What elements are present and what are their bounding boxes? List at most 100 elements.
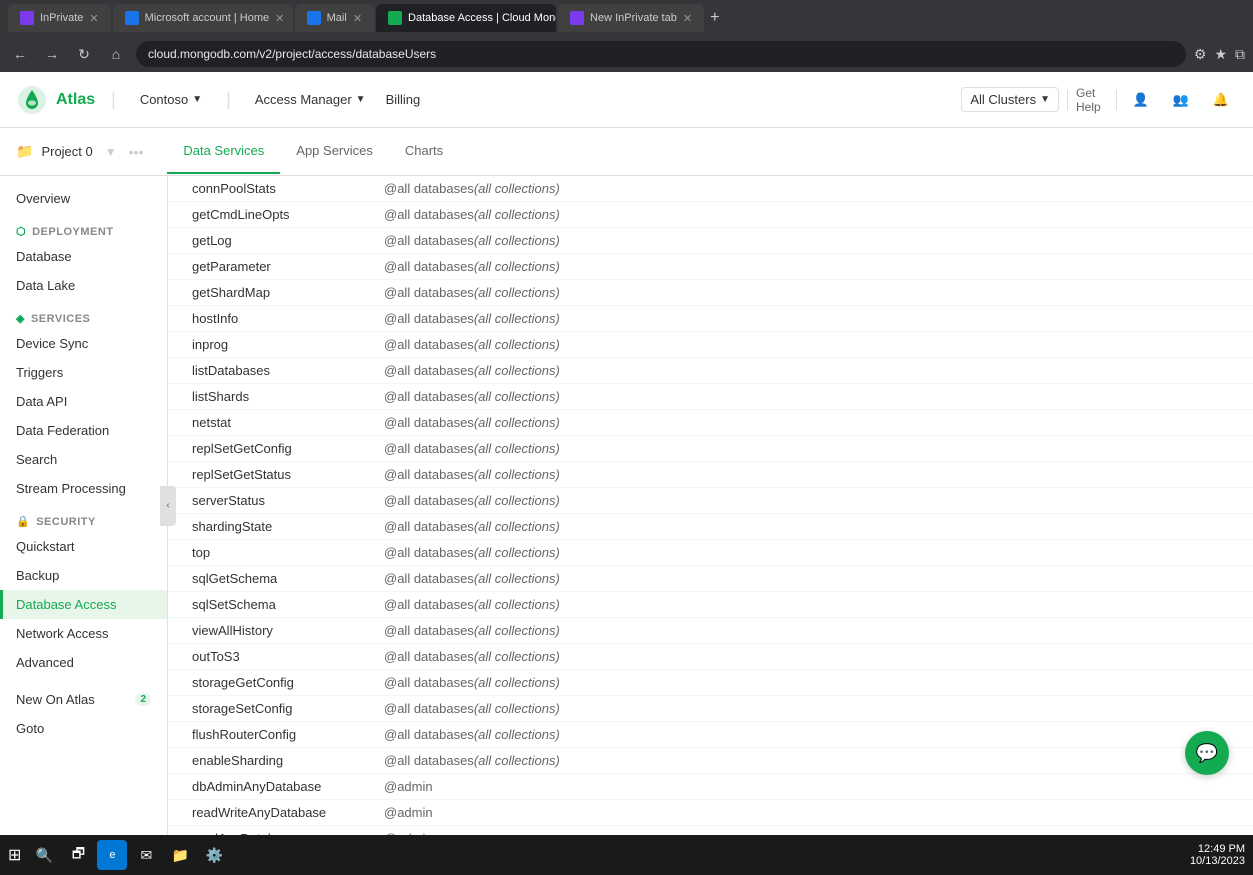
atlas-logo[interactable]: Atlas: [16, 84, 95, 116]
resource-cell: @all databases(all collections): [384, 597, 560, 612]
tab-close-3[interactable]: ✕: [353, 12, 362, 25]
sidebar-item-device-sync[interactable]: Device Sync: [0, 329, 167, 358]
user-icon-btn[interactable]: 👤: [1125, 84, 1157, 116]
new-on-atlas-badge: 2: [135, 693, 151, 706]
resource-cell: @all databases(all collections): [384, 415, 560, 430]
sidebar-item-data-api[interactable]: Data API: [0, 387, 167, 416]
people-icon-btn[interactable]: 👥: [1165, 84, 1197, 116]
sidebar-item-goto[interactable]: Goto: [0, 714, 167, 743]
tab-label-4: Database Access | Cloud Mong...: [408, 12, 556, 24]
action-cell: replSetGetConfig: [192, 441, 292, 456]
sidebar-item-network-access[interactable]: Network Access: [0, 619, 167, 648]
sidebar-item-database[interactable]: Database: [0, 242, 167, 271]
action-cell: sqlGetSchema: [192, 571, 277, 586]
sidebar-item-data-lake[interactable]: Data Lake: [0, 271, 167, 300]
main-content: connPoolStats @all databases(all collect…: [168, 176, 1253, 835]
taskbar-time: 12:49 PM 10/13/2023: [1190, 843, 1245, 867]
tab-data-services[interactable]: Data Services: [167, 129, 280, 174]
sidebar-item-advanced[interactable]: Advanced: [0, 648, 167, 677]
cluster-selector[interactable]: All Clusters ▼: [961, 87, 1059, 112]
taskbar-file-explorer[interactable]: 📁: [165, 840, 195, 870]
resource-cell: @all databases(all collections): [384, 727, 560, 742]
browser-tab-2[interactable]: Microsoft account | Home ✕: [113, 4, 293, 32]
taskbar-task-view[interactable]: 🗗: [63, 840, 93, 870]
get-help-button[interactable]: Get Help: [1076, 84, 1108, 116]
table-row: readWriteAnyDatabase @admin: [168, 800, 1253, 826]
search-label: Search: [16, 452, 57, 467]
sidebar-collapse-button[interactable]: ‹: [160, 486, 176, 526]
resource-cell: @all databases(all collections): [384, 285, 560, 300]
address-bar[interactable]: cloud.mongodb.com/v2/project/access/data…: [136, 41, 1186, 67]
forward-button[interactable]: →: [40, 46, 64, 62]
browser-tab-4[interactable]: Database Access | Cloud Mong... ✕: [376, 4, 556, 32]
header-divider-2: |: [226, 89, 231, 110]
sidebar-item-triggers[interactable]: Triggers: [0, 358, 167, 387]
resource-cell: @all databases(all collections): [384, 441, 560, 456]
sidebar-item-quickstart[interactable]: Quickstart: [0, 532, 167, 561]
project-name: Project 0: [41, 144, 92, 159]
address-text: cloud.mongodb.com/v2/project/access/data…: [148, 47, 436, 61]
time-display: 12:49 PM: [1190, 843, 1245, 855]
tab-label-3: Mail: [327, 12, 347, 24]
refresh-button[interactable]: ↻: [72, 46, 96, 63]
table-row: listDatabases @all databases(all collect…: [168, 358, 1253, 384]
action-cell: serverStatus: [192, 493, 265, 508]
favorites-icon[interactable]: ★: [1214, 46, 1227, 63]
browser-tab-1[interactable]: InPrivate ✕: [8, 4, 111, 32]
taskbar-search[interactable]: 🔍: [29, 840, 59, 870]
resource-cell: @admin: [384, 779, 433, 794]
taskbar-mail[interactable]: ✉: [131, 840, 161, 870]
browser-tab-5[interactable]: New InPrivate tab ✕: [558, 4, 704, 32]
taskbar-settings[interactable]: ⚙️: [199, 840, 229, 870]
tab-app-services-label: App Services: [296, 143, 373, 158]
sidebar-item-overview[interactable]: Overview: [0, 184, 167, 213]
action-cell: getShardMap: [192, 285, 270, 300]
table-row: inprog @all databases(all collections): [168, 332, 1253, 358]
table-row: shardingState @all databases(all collect…: [168, 514, 1253, 540]
action-cell: connPoolStats: [192, 181, 276, 196]
sidebar-item-backup[interactable]: Backup: [0, 561, 167, 590]
start-button[interactable]: ⊞: [8, 845, 21, 865]
org-selector[interactable]: Contoso ▼: [132, 88, 210, 111]
access-manager-label: Access Manager: [255, 92, 352, 107]
resource-cell: @all databases(all collections): [384, 701, 560, 716]
app-body: Overview ⬡ DEPLOYMENT Database Data Lake…: [0, 176, 1253, 835]
tab-favicon-1: [20, 11, 34, 25]
action-cell: flushRouterConfig: [192, 727, 296, 742]
extensions-icon[interactable]: ⚙: [1194, 46, 1207, 63]
billing-label: Billing: [386, 92, 421, 107]
app-header: Atlas | Contoso ▼ | Access Manager ▼ Bil…: [0, 72, 1253, 128]
chat-button[interactable]: 💬: [1185, 731, 1229, 775]
table-row: hostInfo @all databases(all collections): [168, 306, 1253, 332]
tab-favicon-5: [570, 11, 584, 25]
sidebar-item-search[interactable]: Search: [0, 445, 167, 474]
billing-nav[interactable]: Billing: [378, 88, 429, 111]
home-button[interactable]: ⌂: [104, 46, 128, 62]
new-tab-button[interactable]: +: [710, 9, 719, 27]
sidebar: Overview ⬡ DEPLOYMENT Database Data Lake…: [0, 176, 168, 835]
tab-charts-label: Charts: [405, 143, 443, 158]
sidebar-item-data-federation[interactable]: Data Federation: [0, 416, 167, 445]
sidebar-item-stream-processing[interactable]: Stream Processing: [0, 474, 167, 503]
action-cell: listShards: [192, 389, 249, 404]
collections-icon[interactable]: ⧉: [1235, 46, 1245, 63]
table-row: storageSetConfig @all databases(all coll…: [168, 696, 1253, 722]
access-manager-dropdown-icon: ▼: [356, 94, 366, 105]
tab-close-2[interactable]: ✕: [275, 12, 284, 25]
sidebar-item-new-on-atlas[interactable]: New On Atlas 2: [0, 685, 167, 714]
resource-cell: @all databases(all collections): [384, 389, 560, 404]
advanced-label: Advanced: [16, 655, 74, 670]
tab-charts[interactable]: Charts: [389, 129, 459, 174]
tab-app-services[interactable]: App Services: [280, 129, 389, 174]
tab-close-1[interactable]: ✕: [89, 12, 98, 25]
table-row: dbAdminAnyDatabase @admin: [168, 774, 1253, 800]
org-name: Contoso: [140, 92, 188, 107]
browser-tab-3[interactable]: Mail ✕: [295, 4, 374, 32]
back-button[interactable]: ←: [8, 46, 32, 62]
sidebar-item-database-access[interactable]: Database Access: [0, 590, 167, 619]
tab-close-5[interactable]: ✕: [683, 12, 692, 25]
notifications-icon-btn[interactable]: 🔔: [1205, 84, 1237, 116]
access-manager-nav[interactable]: Access Manager ▼: [247, 88, 374, 111]
cluster-label: All Clusters: [970, 92, 1036, 107]
taskbar-edge[interactable]: e: [97, 840, 127, 870]
